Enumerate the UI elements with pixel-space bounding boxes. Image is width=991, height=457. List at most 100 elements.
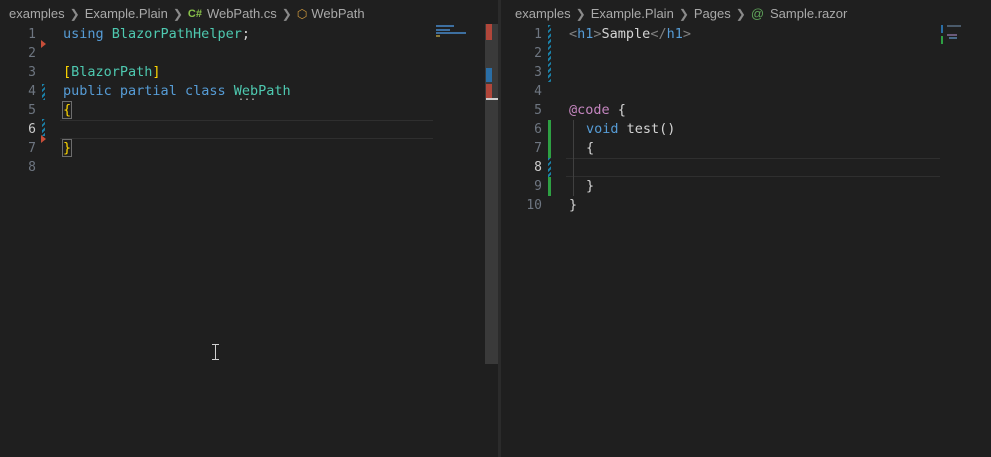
code-line-4[interactable]: public partial class WebPath	[63, 82, 291, 101]
bracket-match: }	[61, 139, 73, 157]
minimap-line	[941, 36, 943, 44]
line-number: 7	[28, 141, 36, 156]
tag-bracket: >	[682, 26, 691, 42]
breadcrumb-item-file[interactable]: Sample.razor	[770, 5, 847, 23]
breadcrumb-item-examples[interactable]: examples	[515, 5, 571, 23]
breadcrumb-item-examples[interactable]: examples	[9, 5, 65, 23]
line-number: 1	[28, 27, 36, 42]
minimap-line	[947, 34, 957, 36]
line-number: 10	[526, 198, 542, 213]
code-line-1[interactable]: <h1>Sample</h1>	[569, 25, 691, 44]
tag-text: Sample	[601, 26, 651, 42]
razor-file-icon: @	[750, 6, 765, 21]
current-line-highlight	[566, 158, 940, 177]
diff-modified-marker[interactable]	[548, 158, 551, 177]
diff-modified-marker[interactable]	[42, 119, 45, 136]
keyword: void	[586, 121, 619, 137]
bracket: [	[63, 64, 72, 80]
minimap-line	[436, 29, 450, 31]
diff-modified-marker[interactable]	[548, 25, 551, 82]
current-line-highlight	[60, 120, 433, 139]
bracket-match: {	[61, 101, 73, 119]
class-symbol-icon: ⬡	[296, 7, 308, 21]
line-number: 1	[534, 27, 542, 42]
minimap-line	[949, 37, 957, 39]
code-line-3[interactable]: [BlazorPath]	[63, 63, 161, 82]
diff-added-marker[interactable]	[548, 120, 551, 158]
overview-ruler-marker	[486, 24, 492, 40]
namespace: BlazorPathHelper	[111, 26, 242, 42]
diff-added-marker[interactable]	[548, 177, 551, 196]
code-line-7[interactable]: {	[586, 139, 594, 158]
breadcrumb-item-folder[interactable]: Pages	[694, 5, 731, 23]
line-number-active: 8	[534, 160, 542, 175]
line-number: 2	[28, 46, 36, 61]
minimap-line	[436, 25, 454, 27]
line-number-active: 6	[28, 122, 36, 137]
code-line-9[interactable]: }	[586, 177, 594, 196]
brace: {	[586, 140, 595, 156]
overview-ruler-marker	[486, 68, 492, 82]
razor-directive: @code	[569, 102, 610, 118]
line-number: 5	[28, 103, 36, 118]
keyword: using	[63, 26, 104, 42]
method-signature: test()	[618, 121, 676, 137]
chevron-right-icon: ❯	[575, 7, 586, 21]
line-number: 3	[534, 65, 542, 80]
line-number: 9	[534, 179, 542, 194]
line-number: 6	[534, 122, 542, 137]
minimap-line	[947, 25, 961, 27]
right-editor-pane[interactable]: examples ❯ Example.Plain ❯ Pages ❯ @ Sam…	[501, 0, 991, 457]
line-number: 2	[534, 46, 542, 61]
attribute-name: BlazorPath	[71, 64, 153, 80]
chevron-right-icon: ❯	[678, 7, 689, 21]
breadcrumb: examples ❯ Example.Plain ❯ Pages ❯ @ Sam…	[515, 5, 847, 23]
breadcrumb-item-project[interactable]: Example.Plain	[591, 5, 674, 23]
overview-ruler-marker	[486, 98, 498, 100]
brace: }	[586, 178, 595, 194]
code-lens-ellipsis[interactable]: ...	[238, 92, 256, 103]
breadcrumb-item-file[interactable]: WebPath.cs	[207, 5, 277, 23]
minimap-line	[436, 35, 440, 37]
minimap-line	[941, 25, 943, 33]
line-number: 3	[28, 65, 36, 80]
brace: }	[569, 197, 578, 213]
chevron-right-icon: ❯	[281, 7, 292, 21]
keyword: public	[63, 83, 112, 99]
tag-bracket: <	[569, 26, 578, 42]
brace: {	[609, 102, 626, 118]
bracket: ]	[152, 64, 161, 80]
code-line-5[interactable]: {	[61, 101, 73, 120]
csharp-file-icon: C#	[187, 8, 202, 20]
indent-guide	[573, 120, 574, 196]
line-number: 4	[534, 84, 542, 99]
diff-deleted-marker[interactable]	[41, 40, 46, 48]
breadcrumb-item-project[interactable]: Example.Plain	[85, 5, 168, 23]
punctuation: ;	[241, 26, 250, 42]
code-line-6[interactable]: void test()	[586, 120, 675, 139]
code-line-5[interactable]: @code {	[569, 101, 626, 120]
chevron-right-icon: ❯	[69, 7, 80, 21]
left-editor-pane[interactable]: examples ❯ Example.Plain ❯ C# WebPath.cs…	[0, 0, 498, 457]
chevron-right-icon: ❯	[172, 7, 183, 21]
minimap-line	[436, 32, 466, 34]
keyword: partial	[119, 83, 177, 99]
diff-deleted-marker[interactable]	[41, 135, 46, 143]
diff-modified-marker[interactable]	[42, 84, 45, 100]
breadcrumb-item-symbol[interactable]: WebPath	[311, 5, 364, 23]
code-line-10[interactable]: }	[569, 196, 577, 215]
line-number: 4	[28, 84, 36, 99]
text-cursor-icon	[212, 344, 219, 360]
code-line-7[interactable]: }	[61, 139, 73, 158]
tag-name: h1	[577, 26, 594, 42]
breadcrumb: examples ❯ Example.Plain ❯ C# WebPath.cs…	[9, 5, 365, 23]
line-number: 7	[534, 141, 542, 156]
overview-ruler-marker	[486, 84, 492, 98]
code-line-1[interactable]: using BlazorPathHelper;	[63, 25, 250, 44]
keyword: class	[184, 83, 226, 99]
tag-name: h1	[666, 26, 683, 42]
line-number: 8	[28, 160, 36, 175]
line-number: 5	[534, 103, 542, 118]
tag-bracket: </	[650, 26, 667, 42]
tag-bracket: >	[593, 26, 602, 42]
